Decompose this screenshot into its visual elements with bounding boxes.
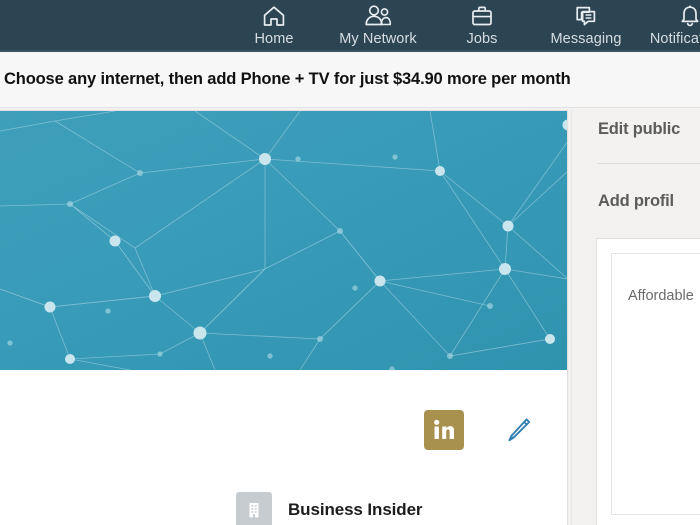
nav-label-my-network: My Network [339, 31, 417, 47]
column-gutter-divider [571, 110, 572, 525]
profile-card: Business Insider [0, 110, 568, 525]
current-company-row[interactable]: Business Insider [0, 484, 567, 525]
sidebar-divider [598, 163, 700, 164]
nav-item-messaging[interactable]: Messaging [534, 0, 638, 52]
network-graphic [0, 111, 567, 370]
people-icon [363, 3, 393, 29]
nav-label-jobs: Jobs [466, 31, 498, 47]
linkedin-profile-page: Home My Network Jobs Messaging Notifica … [0, 0, 700, 525]
right-sidebar: Edit public Add profil Affordable Ra [580, 110, 700, 525]
bell-icon [677, 3, 700, 29]
add-profile-link[interactable]: Add profil [598, 192, 674, 211]
nav-label-home: Home [254, 31, 294, 47]
company-building-icon [236, 492, 272, 525]
sidebar-ad-card-inner: Affordable Ra [611, 253, 700, 515]
message-bubbles-icon [573, 3, 599, 29]
edit-profile-pencil-icon[interactable] [498, 410, 538, 450]
nav-item-home[interactable]: Home [222, 0, 326, 52]
sidebar-ad-card[interactable]: Affordable Ra [596, 238, 700, 525]
promotional-ad-banner[interactable]: Choose any internet, then add Phone + TV… [0, 52, 700, 108]
home-icon [261, 3, 287, 29]
top-navigation-bar: Home My Network Jobs Messaging Notifica [0, 0, 700, 52]
profile-actions-row [0, 370, 567, 470]
company-name-label: Business Insider [288, 500, 423, 519]
nav-label-messaging: Messaging [550, 31, 622, 47]
nav-item-jobs[interactable]: Jobs [430, 0, 534, 52]
profile-cover-image[interactable] [0, 111, 567, 370]
ad-banner-text: Choose any internet, then add Phone + TV… [4, 70, 571, 88]
ad-headline: Affordable [628, 288, 694, 304]
nav-label-notifications: Notifications [649, 31, 700, 47]
nav-item-my-network[interactable]: My Network [326, 0, 430, 52]
briefcase-icon [469, 3, 495, 29]
edit-public-profile-link[interactable]: Edit public [598, 120, 680, 139]
nav-item-notifications[interactable]: Notifications [638, 0, 700, 52]
linkedin-in-icon[interactable] [424, 410, 464, 450]
